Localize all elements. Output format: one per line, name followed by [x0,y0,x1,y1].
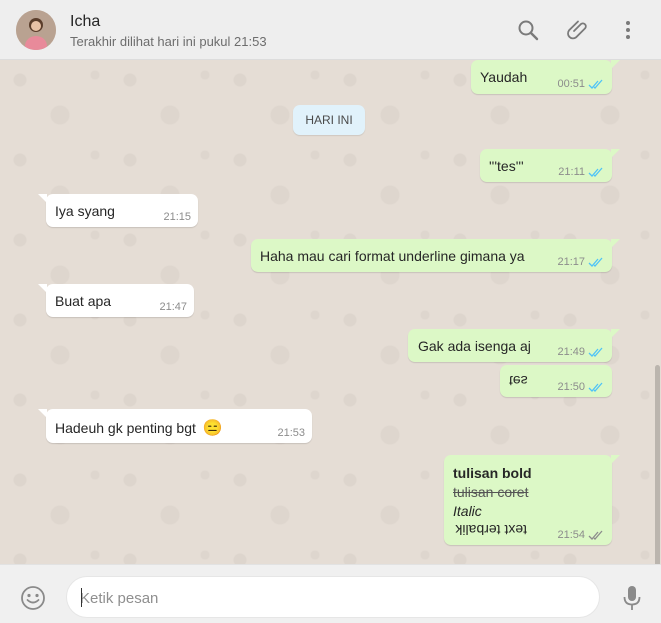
message-text: Buat apa [55,293,112,309]
read-ticks-icon [588,79,604,90]
read-ticks-icon [588,382,604,393]
text-caret [81,588,82,607]
contact-avatar[interactable] [16,10,56,50]
message-time: 21:17 [557,256,585,268]
expressionless-emoji-icon: 😑 [202,420,223,437]
message-bubble-outgoing[interactable]: tulisan bold tulisan coret Italic text t… [444,455,620,545]
message-time: 21:47 [159,301,187,313]
message-bubble-outgoing[interactable]: '''tes''' 21:11 [480,149,620,182]
message-time: 21:50 [557,381,585,393]
attach-icon[interactable] [566,18,590,42]
message-text-content: Hadeuh gk penting bgt [55,420,196,436]
message-meta: 21:11 [558,166,604,178]
composer-bar [0,564,661,623]
message-text: Hadeuh gk penting bgt 😑 [55,418,223,438]
mic-icon[interactable] [622,585,642,611]
message-time: 21:49 [557,346,585,358]
message-meta: 21:15 [163,211,191,223]
chat-header: Icha Terakhir dilihat hari ini pukul 21:… [0,0,661,60]
delivered-ticks-icon [588,530,604,541]
contact-name[interactable]: Icha [70,13,100,31]
read-ticks-icon [588,167,604,178]
emoji-icon[interactable] [20,585,46,611]
message-input-box[interactable] [66,576,600,618]
menu-icon[interactable] [616,18,640,42]
message-text: tes [509,373,528,389]
message-text: Haha mau cari format underline gimana ya [260,248,525,264]
message-meta: 21:17 [557,256,604,268]
message-text: Gak ada isenga aj [418,338,531,354]
last-seen-status: Terakhir dilihat hari ini pukul 21:53 [70,34,267,49]
message-meta: 21:53 [277,427,305,439]
message-input[interactable] [80,586,585,610]
read-ticks-icon [588,257,604,268]
message-meta: 00:51 [557,78,604,90]
read-ticks-icon [588,347,604,358]
scrollbar[interactable] [655,365,660,564]
message-time: 21:15 [163,211,191,223]
message-text-strikethrough: tulisan coret [453,484,529,500]
message-bubble-outgoing[interactable]: Haha mau cari format underline gimana ya… [251,239,620,272]
message-text: Iya syang [55,203,115,219]
message-text: Yaudah [480,69,528,85]
message-bubble-incoming[interactable]: Buat apa 21:47 [38,284,194,317]
message-bubble-incoming[interactable]: Iya syang 21:15 [38,194,198,227]
message-meta: 21:54 [557,529,604,541]
message-meta: 21:49 [557,346,604,358]
message-bubble-outgoing[interactable]: tes 21:50 [500,365,612,397]
message-meta: 21:50 [557,381,604,393]
message-text: '''tes''' [489,158,524,174]
message-bubble-outgoing[interactable]: Yaudah 00:51 [471,60,620,94]
message-time: 21:11 [558,166,585,178]
message-list[interactable]: Yaudah 00:51 HARI INI '''tes''' 21:11 Iy… [0,60,661,564]
message-bubble-incoming[interactable]: Hadeuh gk penting bgt 😑 21:53 [38,409,312,443]
message-text-bold: tulisan bold [453,465,532,481]
message-time: 00:51 [557,78,585,90]
search-icon[interactable] [516,18,540,42]
message-bubble-outgoing[interactable]: Gak ada isenga aj 21:49 [408,329,620,362]
date-divider: HARI INI [293,105,365,135]
message-meta: 21:47 [159,301,187,313]
message-time: 21:54 [557,529,585,541]
message-time: 21:53 [277,427,305,439]
message-text-italic: Italic [453,503,482,519]
message-text-flipped: text terbalik [455,522,527,538]
